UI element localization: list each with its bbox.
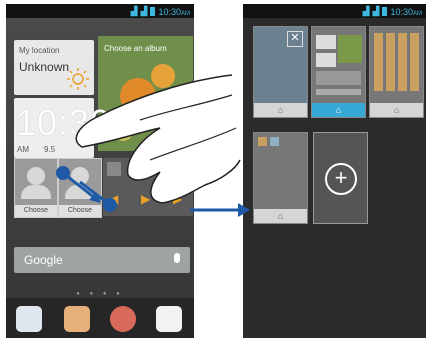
screen-thumbnail-2[interactable]: ⌂: [311, 26, 366, 118]
home-icon: ⌂: [335, 105, 342, 115]
add-screen-card[interactable]: +: [313, 132, 368, 224]
google-logo: Google: [24, 253, 63, 267]
album-art: [107, 162, 121, 176]
screen-thumbnail-1[interactable]: ✕ ⌂: [253, 26, 308, 118]
home-screen-left: ▟ ▟ 10:30AM My location Unknown Choose a…: [6, 4, 194, 338]
clock-time: 10:30: [16, 102, 112, 143]
album-label: Choose an album: [104, 44, 167, 53]
location-label: My location: [19, 46, 60, 55]
home-icon: ⌂: [393, 105, 400, 115]
app-dock: [6, 298, 194, 338]
clock-ampm: AM: [17, 145, 29, 154]
next-icon[interactable]: ▶: [173, 192, 182, 206]
google-search-bar[interactable]: Google: [14, 247, 190, 273]
weather-widget[interactable]: My location Unknown: [14, 40, 94, 95]
play-store-icon[interactable]: [156, 306, 182, 332]
search-thumb: [316, 89, 361, 95]
flower-photo: [98, 36, 193, 151]
microphone-icon[interactable]: [174, 253, 180, 263]
person-body: [65, 185, 95, 199]
music-widget[interactable]: ◀ ▶ ▶: [103, 158, 193, 216]
screen-thumbnail-4[interactable]: ⌂: [253, 132, 308, 224]
location-value: Unknown: [19, 60, 70, 74]
signal-icon: ▟: [362, 6, 370, 16]
status-bar: ▟ ▟ 10:30AM: [243, 4, 426, 18]
person-icon: [71, 167, 89, 185]
contacts-icon[interactable]: [64, 306, 90, 332]
set-home-bar[interactable]: ⌂: [254, 209, 307, 223]
plus-icon: +: [325, 163, 357, 195]
signal-icon-2: ▟: [372, 6, 380, 16]
home-icon: ⌂: [277, 105, 284, 115]
previous-icon[interactable]: ◀: [109, 192, 118, 206]
person-body: [21, 185, 51, 199]
contact-widget-2[interactable]: Choose: [58, 158, 102, 218]
screen-thumbnail-3[interactable]: ⌂: [369, 26, 424, 118]
clock-widget[interactable]: 10:30 AM 9.5: [14, 98, 110, 158]
app-drawer-icon[interactable]: [16, 306, 42, 332]
widget-thumb: [316, 35, 336, 49]
person-icon: [27, 167, 45, 185]
contact-caption: Choose: [59, 205, 101, 217]
set-home-bar[interactable]: ⌂: [370, 103, 423, 117]
set-home-bar[interactable]: ⌂: [254, 103, 307, 117]
battery-icon: [382, 7, 388, 16]
app-icon: [258, 137, 267, 146]
contact-caption: Choose: [15, 205, 57, 217]
battery-icon: [150, 7, 156, 16]
signal-icon-2: ▟: [140, 6, 148, 16]
app-icons-grid: [374, 33, 419, 91]
photo-thumb: [338, 35, 362, 63]
status-time: 10:30AM: [158, 6, 190, 17]
home-screen-editor-right: ▟ ▟ 10:30AM ✕ ⌂ ⌂ ⌂ ⌂ +: [243, 4, 426, 338]
clock-date: 9.5: [44, 145, 56, 154]
set-home-bar-active[interactable]: ⌂: [312, 103, 365, 117]
page-indicator: ● ● ● ●: [76, 291, 124, 297]
widget-thumb: [316, 71, 361, 85]
close-icon[interactable]: ✕: [287, 31, 303, 47]
status-time: 10:30AM: [390, 6, 422, 17]
sun-icon: [67, 68, 89, 90]
messaging-icon[interactable]: [110, 306, 136, 332]
contact-widget-1[interactable]: Choose: [14, 158, 58, 218]
signal-icon: ▟: [130, 6, 138, 16]
app-icon: [270, 137, 279, 146]
photo-album-widget[interactable]: Choose an album: [98, 36, 193, 151]
play-icon[interactable]: ▶: [141, 192, 150, 206]
home-icon: ⌂: [277, 211, 284, 221]
widget-thumb: [316, 53, 336, 67]
status-bar: ▟ ▟ 10:30AM: [6, 4, 194, 18]
